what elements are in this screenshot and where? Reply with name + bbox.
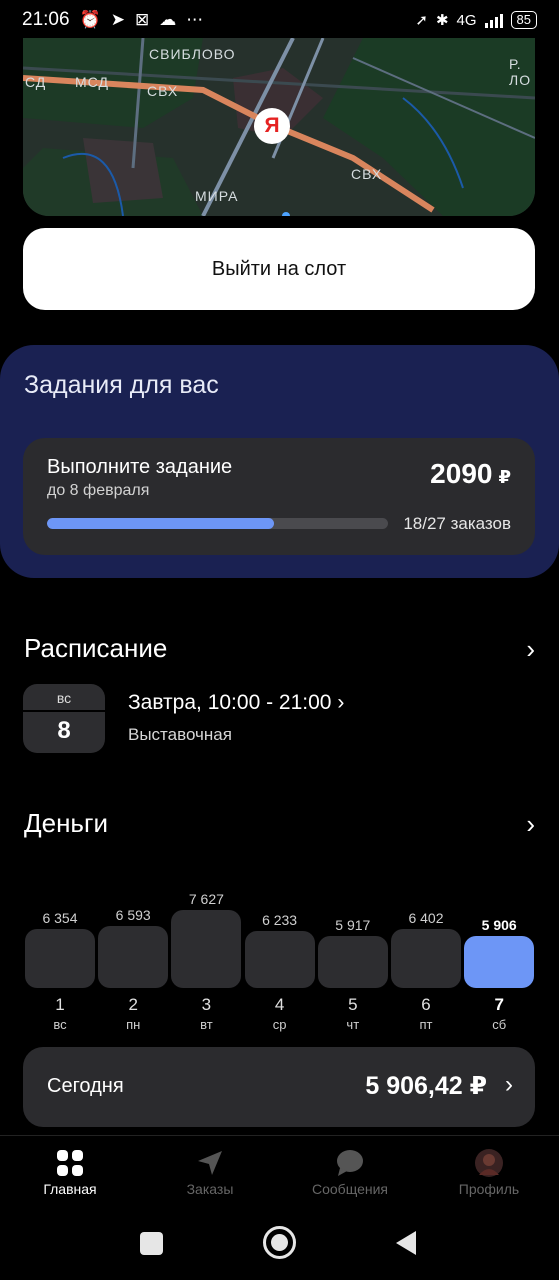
chart-bar[interactable]: [391, 928, 461, 988]
chart-bar[interactable]: [25, 929, 95, 988]
bottom-navigation: Главная Заказы Сообщения Профиль: [0, 1135, 559, 1205]
chart-day-number: 1: [55, 995, 65, 1014]
today-label: Сегодня: [47, 1075, 124, 1097]
chart-bar[interactable]: [317, 935, 388, 988]
chart-bar-value-label: 6 233: [262, 912, 298, 929]
signal-icon: [484, 12, 503, 28]
chart-bar-value-label: 6 354: [42, 910, 78, 927]
chart-day-number: 4: [274, 995, 285, 1014]
network-type: 4G: [456, 11, 477, 29]
money-chevron-right-icon[interactable]: ›: [526, 809, 535, 840]
tasks-title: Задания для вас: [24, 371, 219, 399]
nav-messages[interactable]: Сообщения: [280, 1136, 420, 1206]
battery-indicator: 85: [510, 11, 537, 29]
status-time: 21:06: [22, 9, 70, 30]
chevron-right-icon: ›: [505, 1071, 513, 1098]
chart-bar-value-label: 6 593: [115, 906, 151, 923]
nav-orders-label: Заказы: [186, 1181, 234, 1197]
chart-bar[interactable]: [244, 931, 315, 988]
map-label-road: МСД: [75, 74, 109, 90]
schedule-time-link[interactable]: Завтра, 10:00 - 21:00 ›: [128, 691, 344, 715]
task-name: Выполните задание: [47, 456, 233, 478]
chart-bar[interactable]: [98, 925, 169, 988]
chart-day-abbr: ср: [272, 1017, 287, 1032]
nav-home[interactable]: Главная: [0, 1136, 140, 1206]
recent-apps-button[interactable]: [140, 1232, 163, 1255]
schedule-time: Завтра, 10:00 - 21:00: [128, 691, 332, 714]
grid-icon: [57, 1150, 83, 1176]
task-progress-text: 18/27 заказов: [403, 514, 511, 533]
map-view[interactable]: СВИБЛОВО СД МСД СВХ СВХ МИРА Р. ЛО Я: [23, 38, 535, 216]
chart-day-abbr: чт: [346, 1017, 360, 1032]
avatar-icon: [475, 1149, 503, 1177]
nav-home-label: Главная: [43, 1181, 97, 1197]
task-reward: 2090 ₽: [430, 458, 511, 490]
chart-bar-value-label: 7 627: [188, 891, 224, 907]
system-navigation-bar: [0, 1205, 559, 1280]
nav-profile-label: Профиль: [458, 1181, 520, 1197]
ruble-sign: ₽: [498, 467, 511, 487]
bluetooth-icon: ✱: [435, 12, 449, 29]
chart-day-number: 7: [494, 995, 504, 1014]
map-label-road: СВХ: [351, 166, 383, 182]
map-location-marker[interactable]: Я: [254, 108, 290, 144]
nav-profile[interactable]: Профиль: [419, 1136, 559, 1206]
chevron-right-icon: ›: [337, 691, 345, 714]
chart-day-abbr: пт: [419, 1017, 433, 1032]
chart-day-number: 3: [201, 995, 212, 1014]
chart-day-abbr: пн: [126, 1017, 141, 1032]
telegram-icon: ➤: [110, 10, 125, 29]
back-button[interactable]: [394, 1229, 418, 1257]
map-label-district: СВИБЛОВО: [149, 46, 236, 62]
earnings-chart: 6 354 1 вс 6 593 2 пн 7 627 3 вт 6 233 4 ср 5 917 5 чт…: [0, 880, 559, 1040]
nav-messages-label: Сообщения: [312, 1181, 388, 1197]
home-button[interactable]: [263, 1226, 296, 1259]
tasks-section: Задания для вас Выполните задание до 8 ф…: [0, 345, 559, 578]
map-label-road: СВХ: [147, 83, 179, 99]
more-icon: ⋯: [186, 10, 204, 29]
chart-bar-value-label: 5 906: [481, 917, 517, 933]
status-bar: 21:06 ⏰ ➤ ⊠ ☁ ⋯ ➚ ✱ 4G 85: [0, 0, 559, 40]
task-progress-bar: [47, 518, 388, 529]
task-progress-fill: [47, 518, 275, 529]
home-button-dot: [271, 1234, 288, 1251]
schedule-date-tile: вс 8: [23, 684, 105, 753]
chart-day-number: 6: [421, 995, 431, 1014]
today-amount: 5 906,42 ₽: [365, 1072, 487, 1100]
schedule-title[interactable]: Расписание: [24, 633, 167, 664]
task-reward-amount: 2090: [430, 458, 493, 489]
chart-bar[interactable]: [464, 936, 535, 988]
chart-bar-value-label: 6 402: [408, 909, 444, 926]
navigation-arrow-icon: [198, 1151, 222, 1175]
chart-day-abbr: вс: [53, 1017, 67, 1032]
map-label-road: СД: [25, 74, 47, 90]
chart-day-abbr: вт: [200, 1017, 213, 1032]
schedule-chevron-right-icon[interactable]: ›: [526, 634, 535, 665]
task-card[interactable]: Выполните задание до 8 февраля 2090 ₽ 18…: [23, 438, 535, 555]
schedule-day-number: 8: [57, 717, 71, 744]
map-label-street: Р. ЛО: [509, 56, 532, 88]
map-label-street: МИРА: [195, 188, 239, 204]
chart-bar-value-label: 5 917: [335, 916, 371, 933]
task-deadline: до 8 февраля: [47, 482, 150, 499]
app-icon: ⊠: [134, 10, 150, 29]
alarm-icon: ⏰: [79, 10, 101, 29]
today-earnings-row[interactable]: Сегодня 5 906,42 ₽ ›: [23, 1047, 535, 1127]
nav-orders[interactable]: Заказы: [140, 1136, 280, 1206]
money-title[interactable]: Деньги: [24, 808, 108, 839]
cloud-icon: ☁: [159, 10, 177, 29]
schedule-day-of-week: вс: [23, 684, 105, 712]
location-icon: ➚: [415, 12, 428, 29]
schedule-place: Выставочная: [128, 725, 232, 744]
chart-day-number: 2: [128, 995, 138, 1014]
chart-day-number: 5: [348, 995, 358, 1014]
chart-bar[interactable]: [171, 910, 242, 988]
chart-day-abbr: сб: [492, 1017, 507, 1032]
go-to-slot-button[interactable]: Выйти на слот: [23, 228, 535, 310]
chat-bubble-icon: [337, 1150, 363, 1176]
